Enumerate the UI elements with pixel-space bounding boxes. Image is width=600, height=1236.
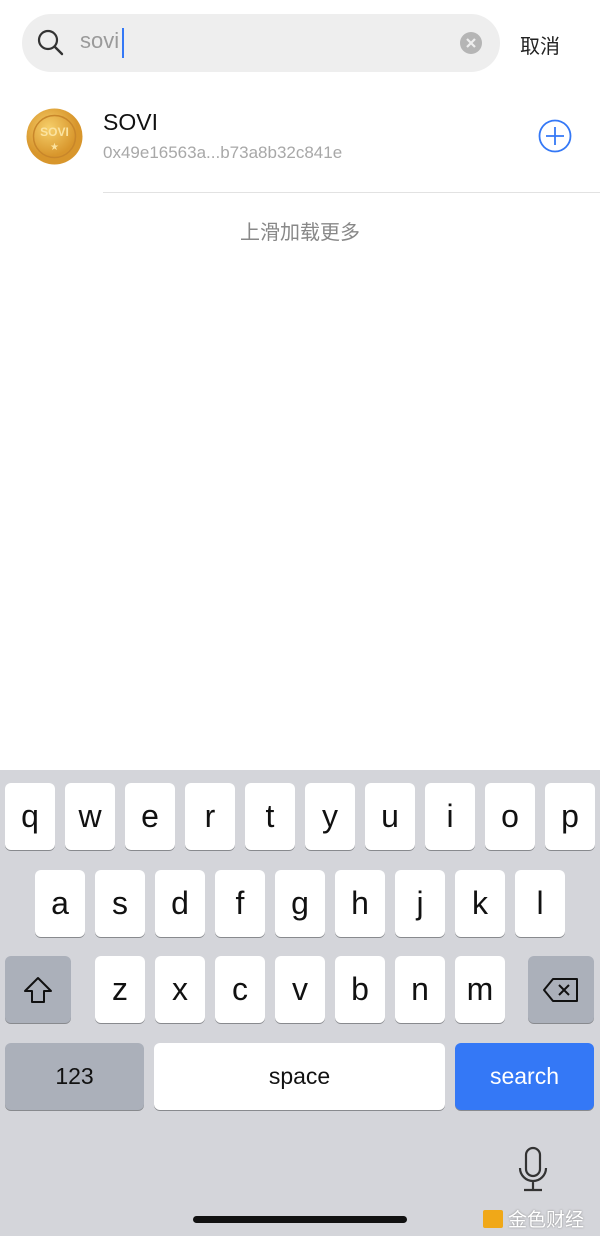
key-a[interactable]: a <box>35 870 85 937</box>
key-s[interactable]: s <box>95 870 145 937</box>
clear-icon[interactable] <box>460 32 482 54</box>
key-q[interactable]: q <box>5 783 55 850</box>
key-y[interactable]: y <box>305 783 355 850</box>
backspace-icon <box>543 977 578 1002</box>
key-n[interactable]: n <box>395 956 445 1023</box>
load-more-hint: 上滑加载更多 <box>240 222 360 244</box>
search-input[interactable]: sovi <box>80 28 119 54</box>
key-g[interactable]: g <box>275 870 325 937</box>
home-indicator <box>193 1216 407 1223</box>
text-caret <box>122 28 124 58</box>
key-i[interactable]: i <box>425 783 475 850</box>
watermark-text: 金色财经 <box>508 1210 585 1231</box>
microphone-icon[interactable] <box>516 1146 550 1194</box>
key-t[interactable]: t <box>245 783 295 850</box>
key-l[interactable]: l <box>515 870 565 937</box>
token-symbol: SOVI <box>103 109 158 135</box>
key-d[interactable]: d <box>155 870 205 937</box>
key-w[interactable]: w <box>65 783 115 850</box>
key-m[interactable]: m <box>455 956 505 1023</box>
watermark: 金色财经 <box>483 1205 584 1232</box>
delete-key[interactable] <box>528 956 594 1023</box>
shift-key[interactable] <box>5 956 71 1023</box>
sovi-coin-logo: SOVI ★ <box>26 108 83 165</box>
key-u[interactable]: u <box>365 783 415 850</box>
key-x[interactable]: x <box>155 956 205 1023</box>
key-z[interactable]: z <box>95 956 145 1023</box>
key-r[interactable]: r <box>185 783 235 850</box>
key-h[interactable]: h <box>335 870 385 937</box>
key-c[interactable]: c <box>215 956 265 1023</box>
watermark-logo-icon <box>483 1209 503 1228</box>
key-k[interactable]: k <box>455 870 505 937</box>
search-key[interactable]: search <box>455 1043 594 1110</box>
numbers-key[interactable]: 123 <box>5 1043 144 1110</box>
token-address: 0x49e16563a...b73a8b32c841e <box>103 143 343 162</box>
divider <box>103 192 600 193</box>
key-v[interactable]: v <box>275 956 325 1023</box>
key-e[interactable]: e <box>125 783 175 850</box>
search-icon <box>37 29 64 56</box>
keyboard: 123 space search qwertyuiop asdfghjkl zxcv… <box>0 770 600 1236</box>
key-b[interactable]: b <box>335 956 385 1023</box>
svg-text:★: ★ <box>50 142 59 153</box>
svg-text:SOVI: SOVI <box>40 125 69 139</box>
shift-icon <box>24 976 52 1003</box>
key-j[interactable]: j <box>395 870 445 937</box>
cancel-button[interactable]: 取消 <box>520 30 560 59</box>
key-o[interactable]: o <box>485 783 535 850</box>
key-p[interactable]: p <box>545 783 595 850</box>
space-key[interactable]: space <box>154 1043 445 1110</box>
add-icon[interactable] <box>538 119 572 153</box>
key-f[interactable]: f <box>215 870 265 937</box>
